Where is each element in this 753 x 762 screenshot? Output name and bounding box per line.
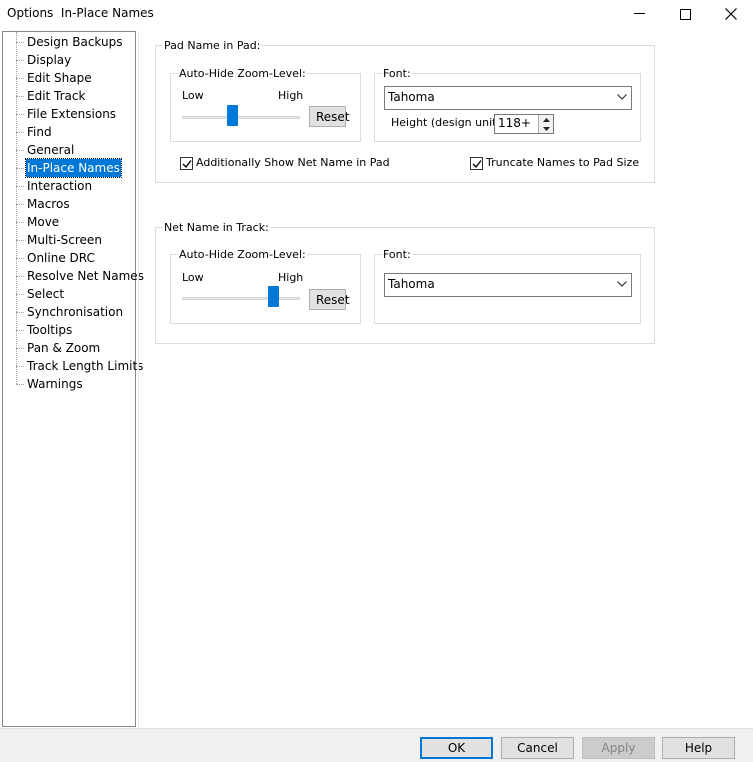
tree-connector-dash [16, 276, 24, 277]
title-bar: Options In-Place Names [0, 0, 753, 28]
tree-connector-dash [16, 366, 24, 367]
tree-item-label: Design Backups [27, 35, 123, 49]
minimize-icon [633, 13, 645, 14]
tree-connector-dash [16, 384, 24, 385]
pad-font-height-stepper[interactable]: 118+ [494, 114, 554, 134]
tree-connector-dash [16, 168, 24, 169]
maximize-icon [679, 8, 691, 20]
tree-connector-dash [16, 258, 24, 259]
tree-item-label: In-Place Names [25, 158, 122, 178]
checkmark-icon [472, 160, 482, 169]
tree-item-label: File Extensions [27, 107, 117, 121]
tree-connector-dash [16, 312, 24, 313]
tree-item-label: Find [27, 125, 52, 139]
tree-connector-dash [16, 186, 24, 187]
close-icon [725, 8, 737, 20]
tree-connector-dash [16, 114, 24, 115]
tree-item-label: Move [27, 215, 60, 229]
spin-down-icon[interactable] [539, 125, 553, 133]
tree-item-label: Synchronisation [27, 305, 124, 319]
tree-item-label: Multi-Screen [27, 233, 102, 247]
tree-item-label: Warnings [27, 377, 83, 391]
pad-zoom-group: Auto-Hide Zoom-Level: Low High Reset [170, 67, 361, 142]
chevron-down-icon [617, 94, 627, 100]
tree-connector-dash [16, 204, 24, 205]
tree-connector-dash [16, 348, 24, 349]
truncate-names-label: Truncate Names to Pad Size [486, 156, 640, 169]
tree-item-label: Pan & Zoom [27, 341, 101, 355]
window-title: Options In-Place Names [7, 6, 154, 20]
track-zoom-group: Auto-Hide Zoom-Level: Low High Reset [170, 248, 361, 324]
spin-up-icon[interactable] [539, 116, 553, 124]
tree-connector-dash [16, 42, 24, 43]
pad-font-legend: Font: [382, 67, 412, 80]
pad-name-legend: Pad Name in Pad: [163, 39, 262, 52]
tree-connector-dash [16, 60, 24, 61]
minimize-button[interactable] [617, 0, 661, 28]
track-name-legend: Net Name in Track: [163, 221, 270, 234]
pad-name-group: Pad Name in Pad: Auto-Hide Zoom-Level: L… [155, 39, 655, 183]
track-zoom-slider-thumb[interactable] [267, 286, 279, 307]
track-name-group: Net Name in Track: Auto-Hide Zoom-Level:… [155, 221, 655, 344]
pad-zoom-reset-button[interactable]: Reset [309, 106, 350, 127]
pad-font-select[interactable]: Tahoma [384, 86, 632, 110]
options-tree[interactable]: Design Backups Display Edit Shape Edit Trac… [2, 31, 144, 727]
tree-item-label: Track Length Limits [27, 359, 144, 373]
dialog-footer: OK Cancel Apply Help [0, 728, 753, 762]
pad-zoom-high-label: High [278, 89, 304, 102]
maximize-button[interactable] [663, 0, 707, 28]
tree-connector-dash [16, 294, 24, 295]
track-font-legend: Font: [382, 248, 412, 261]
chevron-down-icon [617, 281, 627, 287]
tree-item-label: Interaction [27, 179, 93, 193]
tree-connector-dash [16, 222, 24, 223]
show-net-name-label: Additionally Show Net Name in Pad [196, 156, 390, 169]
height-spin-buttons[interactable] [538, 115, 553, 133]
tree-connector-dash [16, 96, 24, 97]
track-zoom-reset-button[interactable]: Reset [309, 289, 350, 310]
tree-item-label: Edit Track [27, 89, 86, 103]
track-font-value: Tahoma [388, 277, 435, 291]
tree-item-label: General [27, 143, 75, 157]
tree-item-label: Online DRC [27, 251, 95, 265]
tree-connector-dash [16, 330, 24, 331]
panel-divider [138, 31, 139, 728]
tree-item-label: Resolve Net Names [27, 269, 144, 283]
tree-item-label: Display [27, 53, 72, 67]
truncate-names-checkbox[interactable] [470, 157, 483, 170]
pad-font-group: Font: Tahoma Height (design units): 118+ [374, 67, 641, 142]
checkmark-icon [182, 160, 192, 169]
pad-zoom-legend: Auto-Hide Zoom-Level: [178, 67, 307, 80]
tree-item-label: Select [27, 287, 65, 301]
close-button[interactable] [709, 0, 753, 28]
show-net-name-checkbox[interactable] [180, 157, 193, 170]
cancel-button[interactable]: Cancel [501, 737, 574, 759]
pad-zoom-low-label: Low [182, 89, 204, 102]
help-button[interactable]: Help [662, 737, 735, 759]
tree-connector [16, 32, 17, 384]
tree-connector-dash [16, 78, 24, 79]
pad-font-height-label: Height (design units): [391, 116, 511, 129]
track-zoom-low-label: Low [182, 271, 204, 284]
pad-font-height-value: 118+ [498, 116, 531, 130]
ok-button[interactable]: OK [420, 737, 493, 759]
tree-connector-dash [16, 240, 24, 241]
track-font-group: Font: Tahoma [374, 248, 641, 324]
tree-connector-dash [16, 150, 24, 151]
apply-button[interactable]: Apply [582, 737, 655, 759]
track-font-select[interactable]: Tahoma [384, 273, 632, 297]
tree-item-label: Macros [27, 197, 70, 211]
tree-item-label: Tooltips [27, 323, 73, 337]
track-zoom-high-label: High [278, 271, 304, 284]
track-zoom-legend: Auto-Hide Zoom-Level: [178, 248, 307, 261]
pad-zoom-slider-thumb[interactable] [226, 105, 238, 126]
track-zoom-slider-track[interactable] [182, 297, 300, 300]
tree-item-label: Edit Shape [27, 71, 92, 85]
tree-connector-dash [16, 132, 24, 133]
pad-font-value: Tahoma [388, 90, 435, 104]
pad-zoom-slider-track[interactable] [182, 116, 300, 119]
